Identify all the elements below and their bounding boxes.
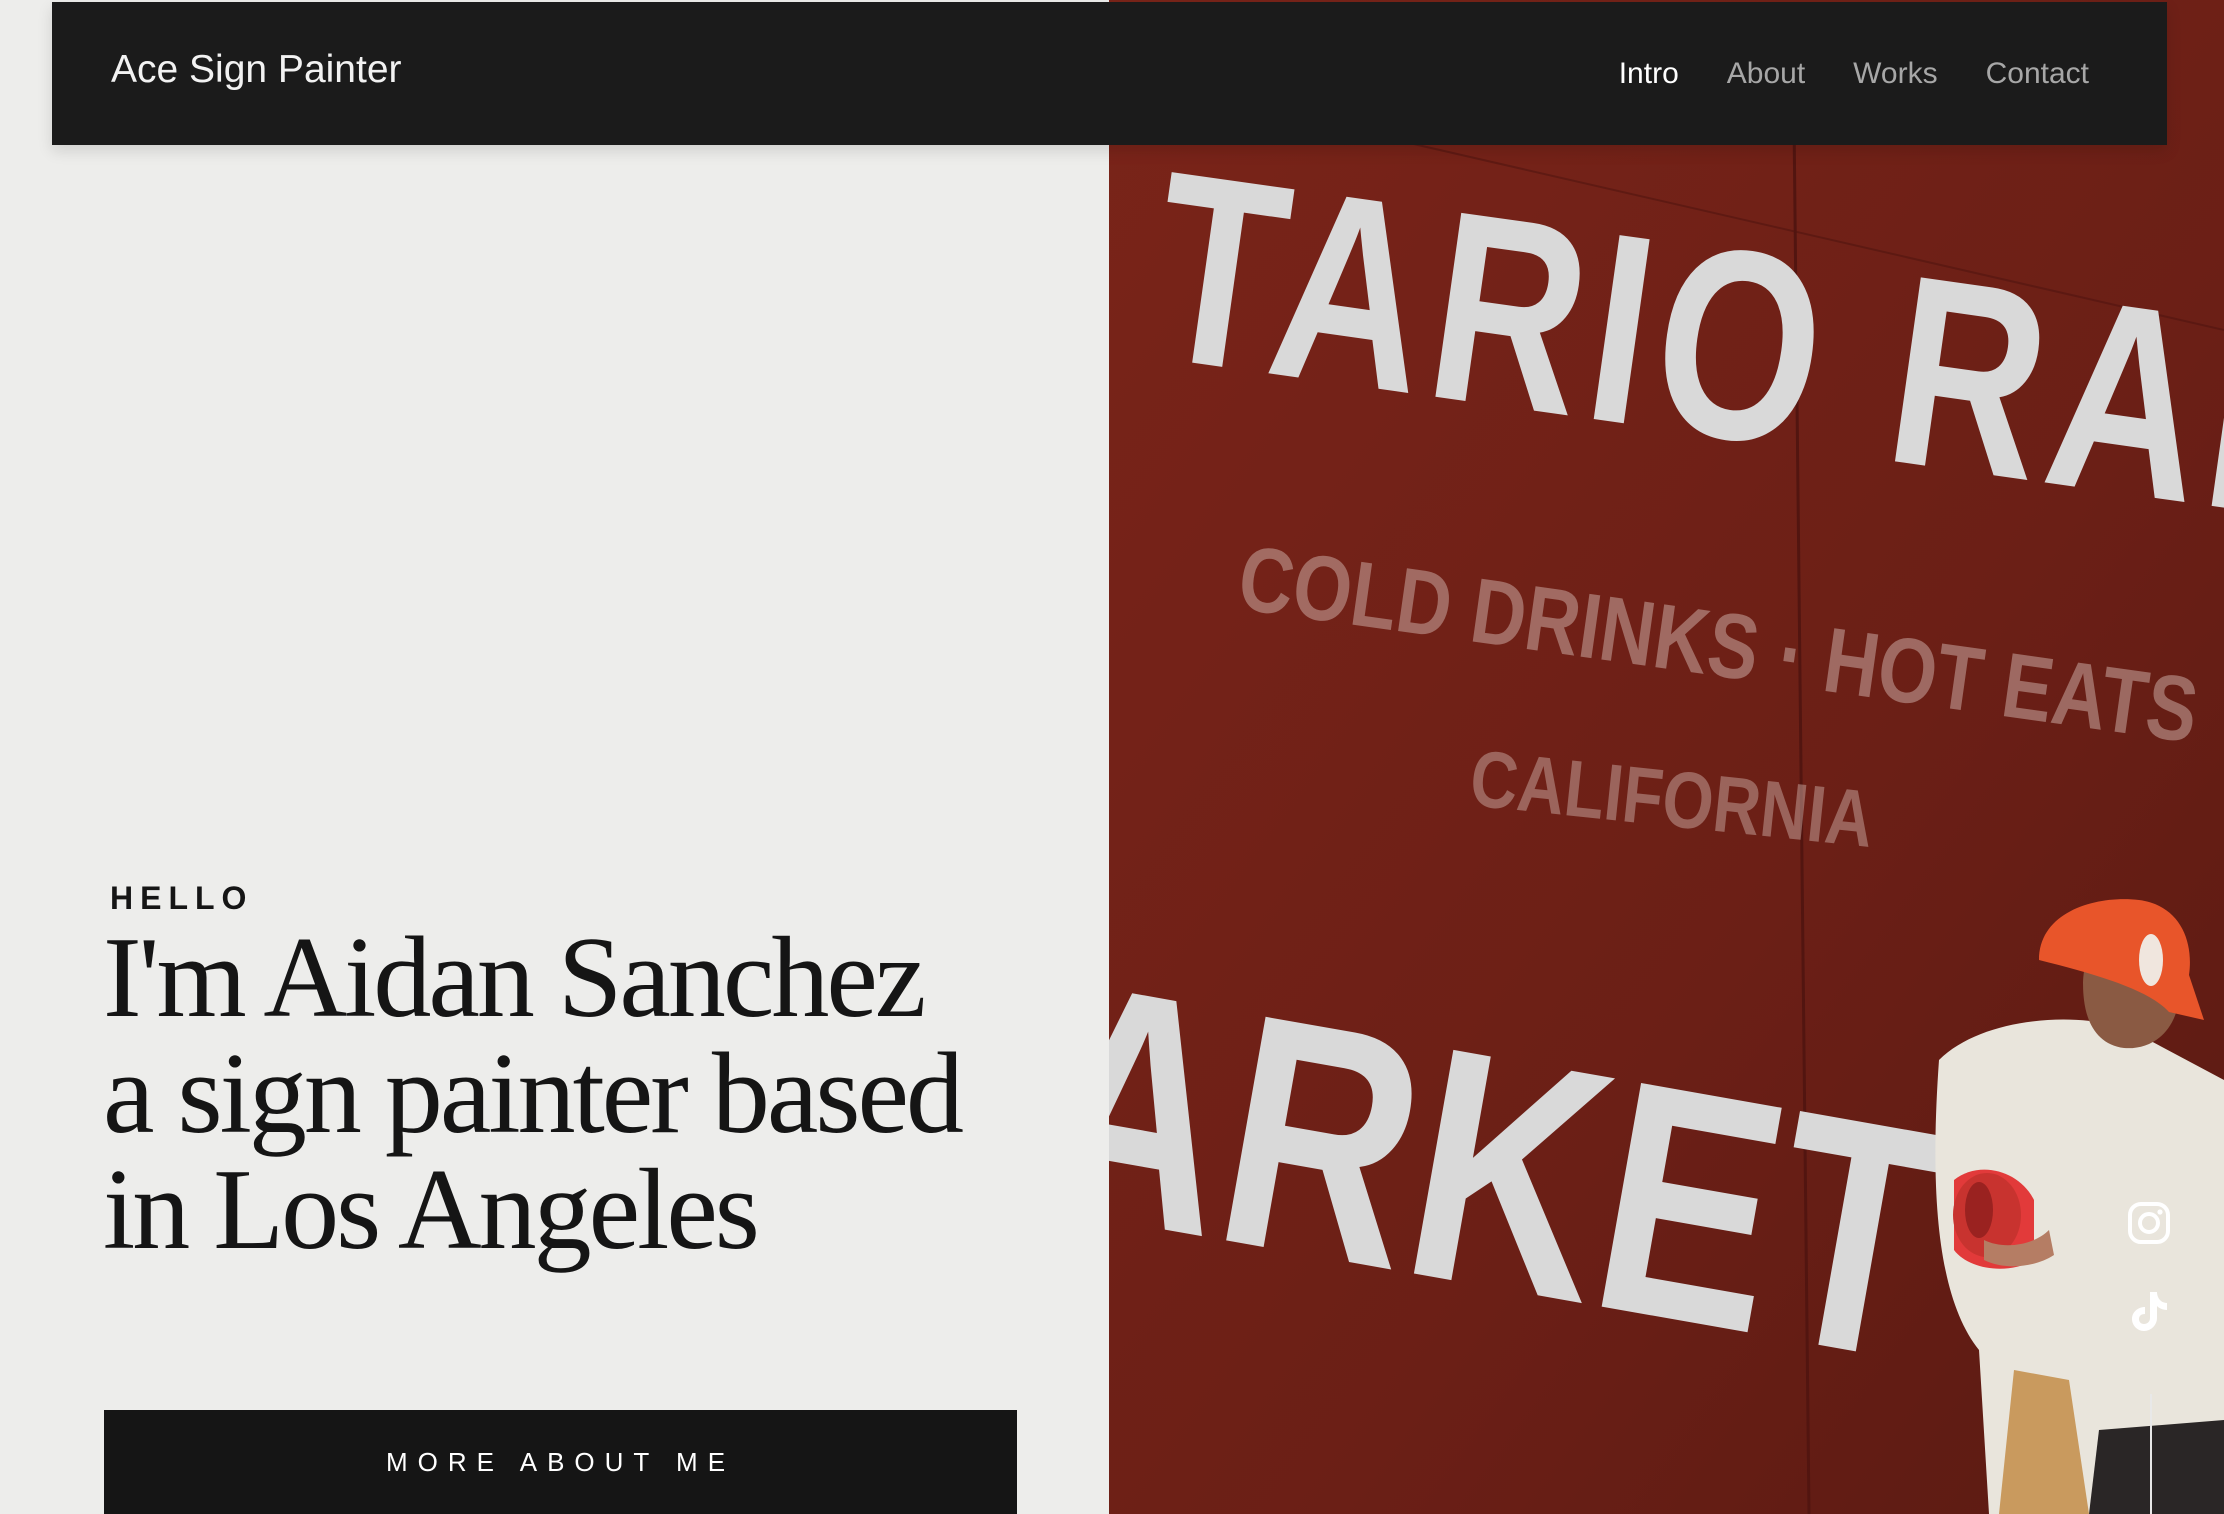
social-links [2126, 1200, 2176, 1376]
scroll-indicator-line [2150, 1394, 2152, 1514]
headline-line-3: in Los Angeles [103, 1146, 760, 1274]
brand-logo-link[interactable]: Ace Sign Painter [111, 48, 402, 92]
primary-nav: Intro About Works Contact [1619, 57, 2089, 91]
more-about-me-button[interactable]: MORE ABOUT ME [104, 1410, 1017, 1514]
headline-line-2: a sign painter based [103, 1030, 964, 1158]
tiktok-icon[interactable] [2126, 1288, 2172, 1334]
headline-line-1: I'm Aidan Sanchez [103, 914, 926, 1042]
instagram-icon[interactable] [2126, 1200, 2172, 1246]
hero-photo: TARIO RANC COLD DRINKS · HOT EATS CALIFO… [1109, 0, 2224, 1514]
nav-link-contact[interactable]: Contact [1986, 57, 2089, 91]
nav-link-about[interactable]: About [1727, 57, 1805, 91]
hero-headline: I'm Aidan Sanchez a sign painter based i… [103, 920, 1103, 1268]
nav-link-intro[interactable]: Intro [1619, 57, 1679, 91]
nav-link-works[interactable]: Works [1853, 57, 1937, 91]
hero-eyebrow: HELLO [110, 880, 254, 916]
hero-section: HELLO I'm Aidan Sanchez a sign painter b… [0, 0, 1109, 1514]
mural-photo-illustration: TARIO RANC COLD DRINKS · HOT EATS CALIFO… [1109, 0, 2224, 1514]
site-header: Ace Sign Painter Intro About Works Conta… [52, 2, 2167, 145]
